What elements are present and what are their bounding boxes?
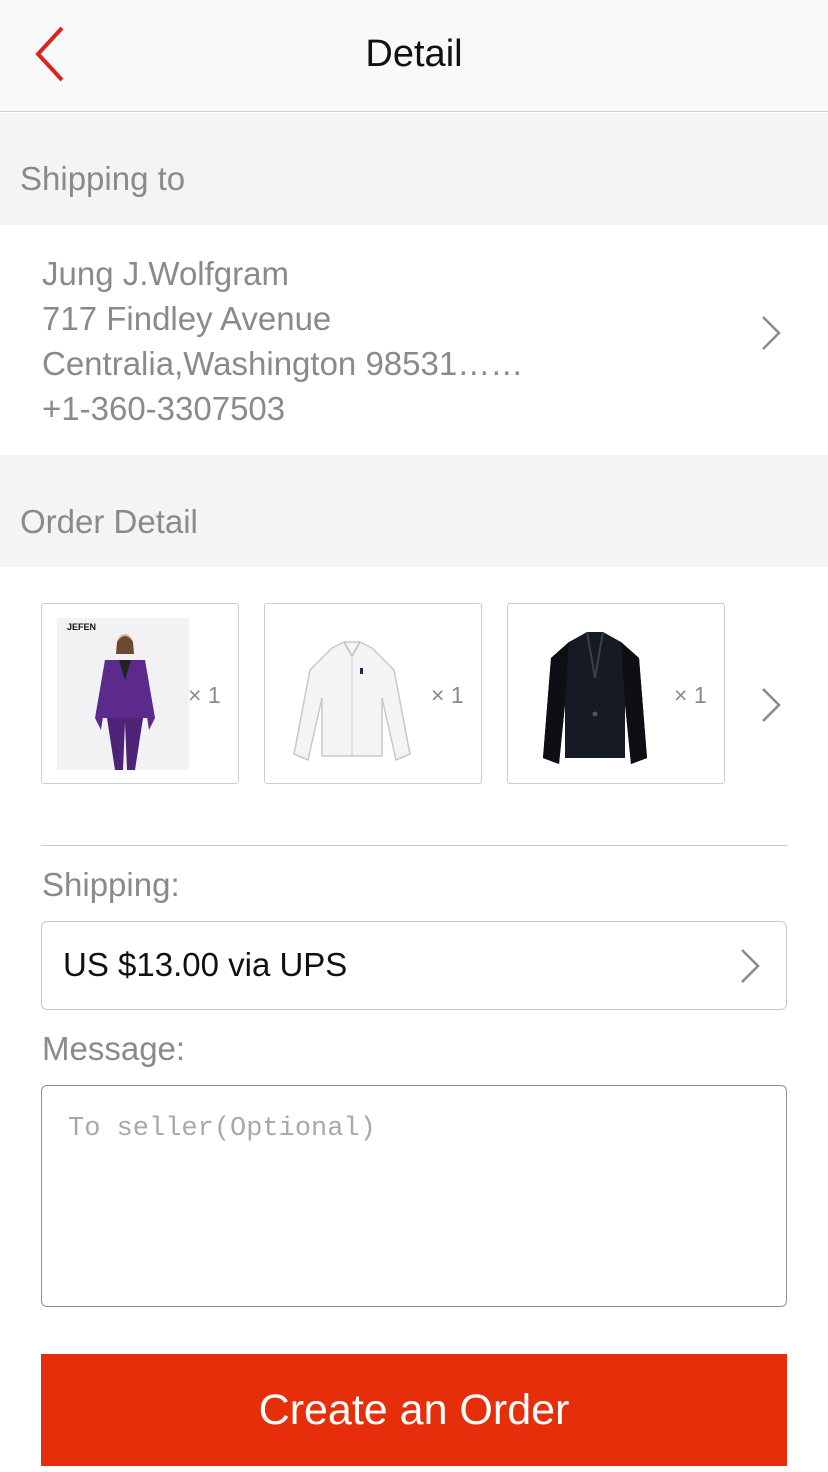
address-city: Centralia,Washington 98531……	[42, 345, 524, 382]
page-title: Detail	[365, 33, 463, 75]
product-image: JEFEN	[57, 618, 189, 770]
chevron-right-icon	[762, 316, 781, 350]
address-phone: +1-360-3307503	[42, 390, 286, 427]
order-item-white-shirt[interactable]: × 1	[264, 603, 482, 784]
product-image	[529, 618, 661, 770]
order-detail-heading: Order Detail	[20, 503, 198, 540]
create-order-button[interactable]: Create an Order	[41, 1354, 787, 1466]
brand-logo-text: JEFEN	[67, 622, 96, 632]
message-label: Message:	[42, 1030, 186, 1067]
product-image	[286, 618, 418, 770]
shipping-to-section-header: Shipping to	[0, 113, 828, 225]
order-item-purple-suit[interactable]: JEFEN × 1	[41, 603, 239, 784]
shipping-method-select[interactable]: US $13.00 via UPS	[41, 921, 787, 1010]
shipping-to-heading: Shipping to	[20, 160, 186, 197]
item-quantity: × 1	[188, 682, 221, 708]
order-detail-section-header: Order Detail	[0, 455, 828, 567]
order-items-list: JEFEN × 1 × 1 × 1	[0, 568, 828, 818]
divider	[41, 845, 787, 846]
item-quantity: × 1	[674, 682, 707, 708]
message-to-seller-input[interactable]	[41, 1085, 787, 1307]
shipping-address-card[interactable]: Jung J.Wolfgram 717 Findley Avenue Centr…	[0, 225, 828, 455]
address-street: 717 Findley Avenue	[42, 300, 332, 337]
more-items-chevron-icon[interactable]	[760, 687, 782, 723]
chevron-right-icon	[741, 949, 760, 983]
top-bar: Detail	[0, 0, 828, 112]
address-name: Jung J.Wolfgram	[42, 255, 289, 292]
order-item-black-jacket[interactable]: × 1	[507, 603, 725, 784]
shipping-method-value: US $13.00 via UPS	[63, 946, 348, 983]
shipping-label: Shipping:	[42, 866, 180, 903]
item-quantity: × 1	[431, 682, 464, 708]
